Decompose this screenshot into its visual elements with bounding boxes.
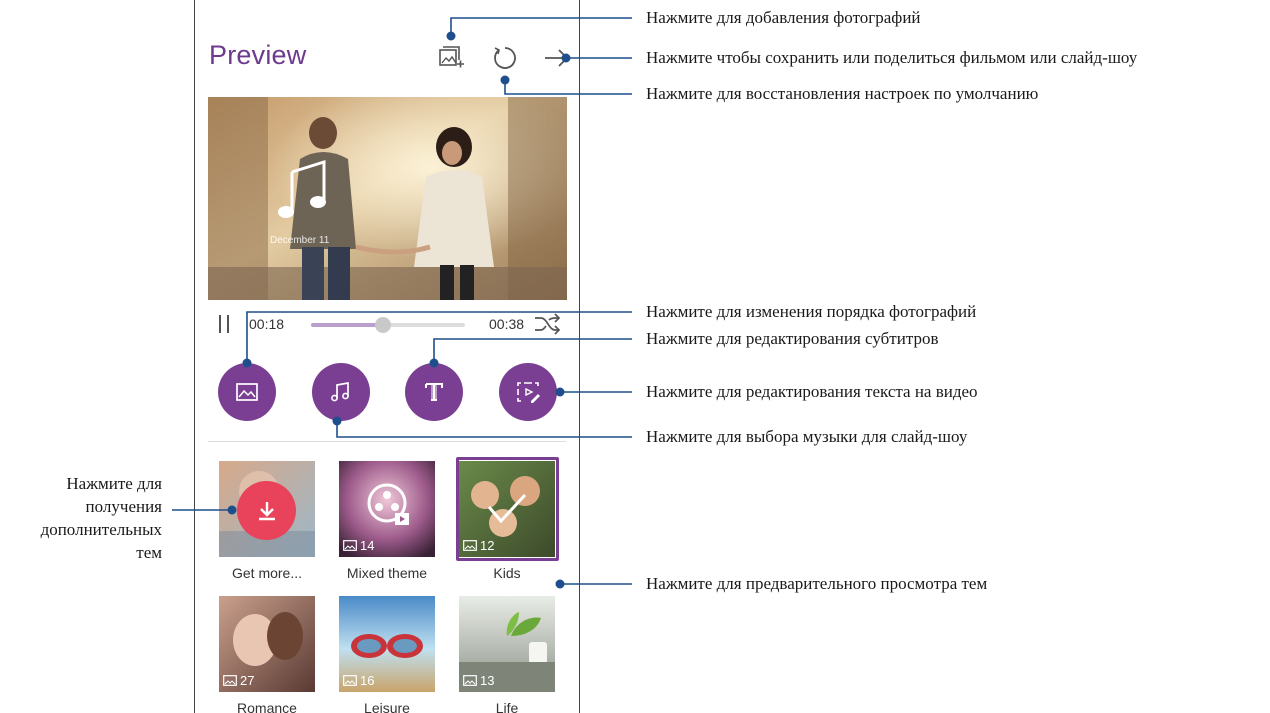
music-note-overlay-icon <box>278 159 326 218</box>
divider <box>208 441 566 442</box>
theme-romance[interactable]: 27 Romance <box>219 596 315 713</box>
theme-thumbnail: 16 <box>339 596 435 692</box>
callout-more-themes-line: получения <box>85 497 162 516</box>
theme-life[interactable]: 13 Life <box>459 596 555 713</box>
edit-photos-button[interactable] <box>218 363 276 421</box>
text-t-icon <box>425 383 443 401</box>
photo-count-value: 27 <box>240 673 255 688</box>
progress-fill <box>311 323 384 327</box>
photo-count: 16 <box>343 673 374 688</box>
callout-edit-text: Нажмите для редактирования текста на вид… <box>646 382 978 401</box>
video-frame-image <box>208 97 567 300</box>
phone-screen: Preview December 11 00:18 00:38 Get more… <box>194 0 580 713</box>
music-button[interactable] <box>312 363 370 421</box>
theme-thumbnail: 27 <box>219 596 315 692</box>
theme-thumbnail: 14 <box>339 461 435 557</box>
selected-theme-frame <box>456 457 559 561</box>
theme-thumbnail: 13 <box>459 596 555 692</box>
callout-choose-music: Нажмите для выбора музыки для слайд-шоу <box>646 427 968 446</box>
progress-slider[interactable] <box>311 317 465 333</box>
photo-count-value: 16 <box>360 673 375 688</box>
callout-reorder-photos: Нажмите для изменения порядка фотографий <box>646 302 977 321</box>
photo-count: 14 <box>343 538 374 553</box>
total-time: 00:38 <box>489 316 525 332</box>
image-icon <box>343 675 357 686</box>
callout-add-photos: Нажмите для добавления фотографий <box>646 8 921 27</box>
pause-icon[interactable] <box>217 315 231 333</box>
image-icon <box>343 540 357 551</box>
theme-label: Romance <box>237 700 297 713</box>
progress-knob[interactable] <box>375 317 392 333</box>
reset-icon[interactable] <box>491 44 519 72</box>
callout-lines <box>172 17 632 589</box>
music-note-icon <box>331 381 349 402</box>
callout-edit-subtitles: Нажмите для редактирования субтитров <box>646 329 939 348</box>
video-date: December 11 <box>270 235 330 246</box>
theme-mixed[interactable]: 14 Mixed theme <box>339 461 435 581</box>
theme-label: Life <box>495 700 519 713</box>
callout-save-share: Нажмите чтобы сохранить или поделиться ф… <box>646 48 1138 67</box>
callout-more-themes-line: тем <box>136 543 162 562</box>
photo-count-value: 14 <box>360 538 375 553</box>
current-time: 00:18 <box>249 316 285 332</box>
theme-label: Kids <box>493 565 521 581</box>
image-icon <box>223 675 237 686</box>
photo-count: 27 <box>223 673 254 688</box>
arrow-right-icon[interactable] <box>542 44 570 72</box>
callout-more-themes: Нажмите для получения дополнительных тем <box>0 472 162 564</box>
subtitles-button[interactable] <box>405 363 463 421</box>
photo-count-value: 13 <box>480 673 495 688</box>
image-icon <box>463 675 477 686</box>
theme-label: Mixed theme <box>346 565 428 581</box>
callout-reset-defaults: Нажмите для восстановления настроек по у… <box>646 84 1039 103</box>
video-text-edit-icon <box>517 382 540 403</box>
text-on-video-button[interactable] <box>499 363 557 421</box>
shuffle-icon[interactable] <box>534 313 560 335</box>
photo-count: 13 <box>463 673 494 688</box>
callout-more-themes-line: Нажмите для <box>66 474 162 493</box>
callout-more-themes-line: дополнительных <box>40 520 162 539</box>
download-icon <box>258 501 275 520</box>
video-preview[interactable]: December 11 <box>208 97 567 300</box>
theme-leisure[interactable]: 16 Leisure <box>339 596 435 713</box>
playback-controls: 00:18 00:38 <box>209 312 569 338</box>
add-photo-icon[interactable] <box>437 44 465 72</box>
theme-label: Leisure <box>364 700 410 713</box>
image-icon <box>236 383 258 401</box>
page-title: Preview <box>209 40 307 70</box>
callout-preview-themes: Нажмите для предварительного просмотра т… <box>646 574 988 593</box>
theme-label: Get more... <box>231 565 303 581</box>
download-button[interactable] <box>237 481 296 540</box>
